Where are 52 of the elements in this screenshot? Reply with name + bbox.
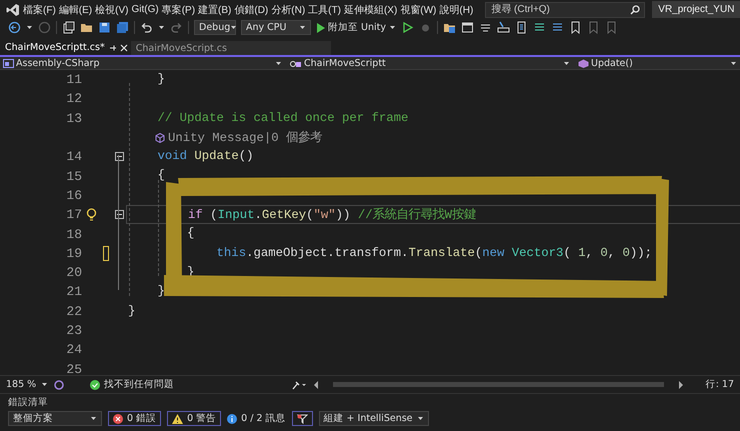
menu-item[interactable]: 專案(P) bbox=[160, 2, 196, 16]
issues-status[interactable]: 找不到任何問題 bbox=[104, 378, 174, 391]
line-number: 17 bbox=[65, 207, 82, 222]
line-number: 21 bbox=[65, 284, 82, 300]
code-line: } bbox=[127, 302, 136, 320]
editor-tab[interactable]: ChairMoveScript.cs bbox=[130, 41, 331, 55]
line-number: 13 bbox=[65, 110, 82, 126]
line-number: 12 bbox=[65, 91, 82, 106]
line-number: 24 bbox=[65, 342, 82, 358]
configuration-dropdown[interactable]: Debug bbox=[194, 20, 236, 35]
panel-title: 錯誤清單 bbox=[8, 397, 49, 409]
code-line: } bbox=[156, 283, 166, 300]
line-number: 25 bbox=[65, 362, 82, 375]
search-field[interactable]: 搜尋 (Ctrl+Q) bbox=[485, 2, 646, 18]
run-button[interactable]: 附加至 Unity bbox=[316, 21, 396, 34]
line-number: 16 bbox=[65, 188, 82, 203]
line-number: 23 bbox=[65, 323, 82, 338]
menu-item[interactable]: 延伸模組(X) bbox=[342, 2, 398, 16]
menu-item[interactable]: 建置(B) bbox=[197, 2, 232, 16]
menu-item[interactable]: 說明(H) bbox=[438, 2, 474, 16]
code-line: { bbox=[186, 225, 196, 242]
line-number: 15 bbox=[65, 168, 82, 184]
code-line: void Update() bbox=[156, 148, 254, 166]
code-line: if (Input.GetKey("w")) //系統自行尋找W按鍵 bbox=[126, 205, 740, 224]
zoom-dropdown[interactable]: 185 % bbox=[6, 379, 48, 390]
menu-item[interactable]: 檢視(V) bbox=[94, 2, 130, 16]
platform-dropdown[interactable]: Any CPU bbox=[241, 20, 311, 35]
line-number: 11 bbox=[65, 72, 82, 88]
menu-item[interactable]: Git(G) bbox=[130, 4, 160, 15]
source-dropdown[interactable]: 組建 + IntelliSense bbox=[318, 411, 429, 426]
window-title: VR_project_YUN bbox=[652, 1, 740, 18]
line-number: 18 bbox=[65, 226, 82, 242]
menu-item[interactable]: 檔案(F) bbox=[22, 2, 57, 16]
line-indicator: 行: 17 bbox=[706, 378, 734, 391]
code-line: { bbox=[156, 167, 166, 184]
line-number: 14 bbox=[65, 149, 82, 164]
code-line: } bbox=[156, 71, 166, 88]
messages-filter[interactable]: 0 / 2 訊息 bbox=[227, 412, 286, 425]
menu-item[interactable]: 視窗(W) bbox=[399, 2, 438, 16]
codelens-info[interactable]: Unity Message|0 個參考 bbox=[168, 129, 322, 146]
menu-item[interactable]: 分析(N) bbox=[270, 2, 306, 16]
line-number: 20 bbox=[65, 265, 82, 280]
line-number: 22 bbox=[65, 304, 82, 319]
errors-filter[interactable]: 0 錯誤 bbox=[108, 411, 162, 426]
menu-item[interactable]: 工具(T) bbox=[307, 2, 342, 16]
menu-item[interactable]: 編輯(E) bbox=[58, 2, 94, 16]
code-line: this.gameObject.transform.Translate(new Vector3( 1, 0, 0)); bbox=[216, 244, 654, 262]
menu-item[interactable]: 偵錯(D) bbox=[233, 2, 270, 16]
code-line: // Update is called once per frame bbox=[156, 110, 410, 127]
line-number: 19 bbox=[65, 246, 82, 261]
scope-dropdown[interactable]: 整個方案 bbox=[8, 411, 102, 426]
warnings-filter[interactable]: 0 警告 bbox=[167, 411, 222, 426]
